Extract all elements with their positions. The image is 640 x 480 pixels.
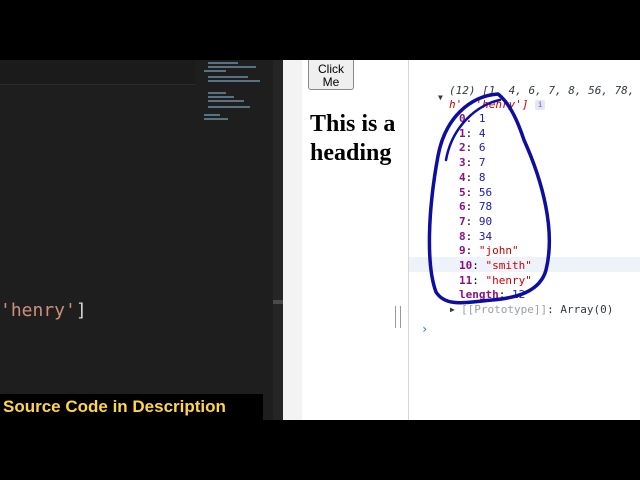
- length-row: length: 12: [459, 288, 526, 301]
- array-entry: 4: 8: [459, 170, 486, 184]
- entry-value: "smith": [485, 259, 532, 272]
- entry-value: 90: [478, 214, 493, 228]
- entry-value: 7: [478, 156, 486, 170]
- entry-value: "henry": [485, 273, 532, 287]
- entry-index: 1: [459, 126, 466, 140]
- entry-index: 10: [459, 259, 473, 272]
- entry-index: 8: [459, 229, 466, 243]
- entry-index: 3: [459, 156, 466, 170]
- array-entry: 1: 4: [459, 126, 486, 140]
- panel-resize-handle[interactable]: [395, 306, 401, 328]
- expand-triangle-icon[interactable]: ▶: [450, 305, 455, 314]
- entry-index: 4: [459, 170, 466, 184]
- array-entry: 9: "john": [459, 244, 519, 258]
- entry-value: 78: [478, 200, 493, 214]
- array-entry: 3: 7: [459, 156, 486, 170]
- entry-index: 7: [459, 214, 466, 228]
- array-entry: 11: "henry": [459, 273, 532, 287]
- entry-value: 4: [478, 126, 486, 140]
- entry-value: "john": [478, 244, 519, 258]
- array-entry: 10: "smith": [459, 259, 532, 272]
- entry-index: 5: [459, 185, 466, 199]
- editor-minimap[interactable]: [196, 60, 274, 130]
- entry-index: 0: [459, 112, 466, 125]
- collapse-triangle-icon[interactable]: ▼: [438, 93, 443, 102]
- editor-tab-bar: [0, 60, 195, 85]
- entry-index: 6: [459, 200, 466, 214]
- code-bracket: ]: [75, 300, 87, 321]
- array-entry: 6: 78: [459, 200, 493, 214]
- scrollbar-thumb[interactable]: [273, 300, 283, 304]
- array-entry: 7: 90: [459, 214, 493, 228]
- screen-frame: 'henry'] Source Code in Description Clic…: [0, 60, 640, 420]
- entry-value: 34: [478, 229, 493, 243]
- array-entry: 5: 56: [459, 185, 493, 199]
- entry-index: 11: [459, 273, 473, 287]
- array-entry: 2: 6: [459, 141, 486, 155]
- entry-value: 8: [478, 170, 486, 184]
- array-summary-continued: h', 'henry'] i: [449, 98, 546, 112]
- page-gutter: [283, 60, 302, 420]
- devtools-console[interactable]: ▼ (12) [1, 4, 6, 7, 8, 56, 78, 90, h', '…: [408, 60, 640, 420]
- code-editor[interactable]: 'henry'] Source Code in Description: [0, 60, 283, 420]
- array-entry: 8: 34: [459, 229, 493, 243]
- array-summary[interactable]: (12) [1, 4, 6, 7, 8, 56, 78, 90,: [449, 84, 640, 98]
- page-heading: This is a heading: [310, 111, 396, 166]
- click-me-button[interactable]: Click Me: [308, 60, 354, 90]
- entry-value: 56: [478, 185, 493, 199]
- array-entry: 0: 1: [459, 112, 486, 125]
- entry-index: 9: [459, 244, 466, 258]
- prototype-row[interactable]: [[Prototype]]: Array(0): [461, 303, 613, 317]
- info-icon[interactable]: i: [535, 100, 546, 110]
- source-code-banner: Source Code in Description: [0, 394, 263, 420]
- code-string: 'henry': [0, 300, 76, 321]
- console-prompt-icon[interactable]: ›: [421, 322, 428, 336]
- entry-index: 2: [459, 141, 466, 155]
- entry-value: 1: [478, 112, 486, 125]
- code-line[interactable]: 'henry']: [0, 300, 87, 321]
- entry-value: 6: [478, 141, 486, 155]
- browser-page: Click Me This is a heading: [283, 60, 408, 420]
- editor-scrollbar[interactable]: [273, 60, 283, 420]
